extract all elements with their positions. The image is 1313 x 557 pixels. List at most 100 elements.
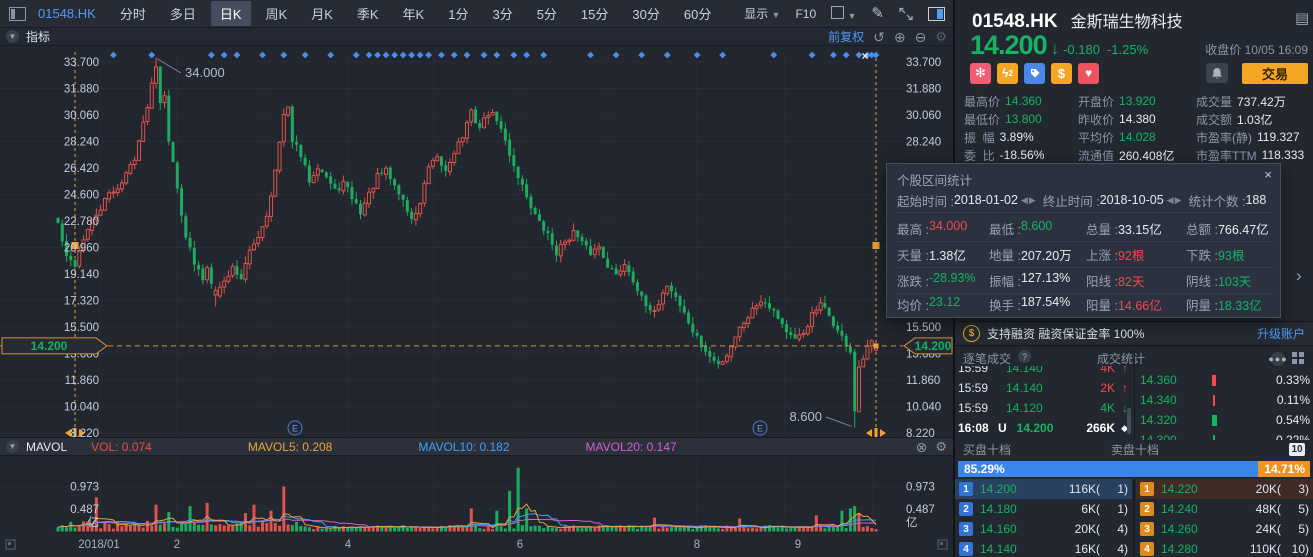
depth-levels-badge[interactable]: 10 (1289, 443, 1305, 456)
count-value: 188 (1245, 193, 1266, 207)
tick-trades-header[interactable]: 逐笔成交 (963, 350, 1011, 367)
sell-depth-row-1[interactable]: 114.22020K(3) (1136, 479, 1313, 499)
period-tab-日K[interactable]: 日K (211, 1, 251, 26)
tick-trade-row: 15:5914.1404K↑ (958, 366, 1128, 378)
up-arrow-icon: ↑ (1115, 381, 1128, 395)
svg-text:33.700: 33.700 (906, 57, 941, 69)
toolbar-symbol[interactable]: 01548.HK (38, 6, 96, 21)
mavol5-value: MAVOL5: 0.208 (248, 440, 333, 454)
period-tab-3分[interactable]: 3分 (483, 1, 521, 26)
period-tab-年K[interactable]: 年K (394, 1, 434, 26)
coin-icon: $ (963, 325, 980, 342)
stat-成交额: 成交额1.03亿 (1196, 111, 1310, 128)
buy-depth-row-1[interactable]: 114.200116K(1) (955, 479, 1132, 499)
svg-text:E: E (292, 424, 298, 434)
range-stat-天量: 天量 :1.38亿 (897, 245, 989, 264)
help-icon[interactable]: ? (1018, 350, 1031, 363)
range-stat-下跌: 下跌 :93根 (1186, 245, 1271, 264)
news-list-icon[interactable]: ▤ (1295, 9, 1309, 27)
period-tab-周K[interactable]: 周K (257, 1, 297, 26)
undo-icon[interactable]: ↺ (873, 30, 885, 44)
chart-type-menu[interactable]: ▼ (831, 6, 856, 22)
trade-stats-header[interactable]: 成交统计 (1097, 350, 1145, 367)
svg-text:0.973: 0.973 (70, 482, 99, 494)
svg-text:亿: 亿 (88, 516, 100, 529)
trade-button[interactable]: 交易 (1242, 63, 1308, 84)
sell-depth-row-4[interactable]: 414.280110K(10) (1136, 539, 1313, 557)
stat-成交量: 成交量737.42万 (1196, 93, 1310, 110)
range-stat-阴量: 阴量 :18.33亿 (1186, 295, 1271, 314)
svg-text:14.200: 14.200 (31, 339, 68, 353)
stock-name: 金斯瑞生物科技 (1071, 8, 1183, 32)
buy-sell-ratio-bar: 85.29% 14.71% (958, 461, 1310, 477)
svg-text:30.060: 30.060 (906, 110, 941, 122)
upgrade-account-link[interactable]: 升级账户 (1257, 325, 1313, 342)
zoom-in-icon[interactable]: ⊕ (894, 30, 906, 44)
scrollbar-thumb[interactable] (1127, 408, 1131, 434)
dollar-icon[interactable]: $ (1051, 63, 1072, 84)
pin-icon[interactable]: ▼ (6, 440, 19, 453)
range-stat-振幅: 振幅 :127.13% (989, 271, 1086, 290)
trade-stat-row: 14.3200.54% (1140, 410, 1310, 430)
range-stat-换手: 换手 :187.54% (989, 295, 1086, 314)
close-pane-icon[interactable]: ⊗ (916, 440, 928, 454)
adjust-mode-link[interactable]: 前复权 (828, 28, 864, 45)
chart-toolbar: 01548.HK 分时多日日K周K月K季K年K1分3分 5分15分30分 60分 显… (0, 0, 955, 28)
quote-stats-grid: 最高价14.360开盘价13.920成交量737.42万最低价13.800昨收价… (964, 92, 1310, 164)
period-tab-15分[interactable]: 15分 (572, 1, 617, 26)
draw-pen-icon[interactable]: ✎ (871, 6, 884, 21)
svg-text:9: 9 (795, 539, 801, 551)
grid-view-icon[interactable] (1292, 352, 1305, 365)
range-stat-涨跌: 涨跌 :-28.93% (897, 271, 989, 290)
gear-icon[interactable]: ⚙ (935, 30, 947, 43)
range-stat-最低: 最低 :8.600 (989, 219, 1086, 238)
period-tab-分时[interactable]: 分时 (111, 1, 155, 26)
indicator-label[interactable]: 指标 (26, 28, 50, 45)
close-icon[interactable]: × (1264, 167, 1272, 182)
period-tab-5分[interactable]: 5分 (528, 1, 566, 26)
sell-depth-row-3[interactable]: 314.26024K(5) (1136, 519, 1313, 539)
svg-text:24.600: 24.600 (64, 190, 99, 202)
svg-text:33.700: 33.700 (64, 57, 99, 69)
favorite-heart-icon[interactable]: ♥ (1078, 63, 1099, 84)
candlestick-chart[interactable]: ×EE33.70033.70031.88031.88030.06030.0602… (0, 46, 955, 437)
period-tab-1分[interactable]: 1分 (439, 1, 477, 26)
period-tab-月K[interactable]: 月K (302, 1, 342, 26)
period-tab-60分[interactable]: 60分 (675, 1, 720, 26)
stat-振 幅: 振 幅3.89% (964, 129, 1078, 146)
pin-icon[interactable]: ▼ (6, 30, 19, 43)
low-annotation: 8.600 (789, 409, 822, 424)
svg-text:30.060: 30.060 (64, 110, 99, 122)
display-menu[interactable]: 显示 ▼ (744, 5, 780, 22)
tag-icon[interactable] (1024, 63, 1045, 84)
market-badges: ✻ ϟ2 $ ♥ 交易 (970, 62, 1308, 84)
buy-depth-row-2[interactable]: 214.1806K(1) (955, 499, 1132, 519)
date-stepper-icons[interactable]: ◀▶ (1167, 195, 1183, 206)
volume-chart[interactable]: 0.9730.9730.4870.487亿亿2018/0124689 (0, 456, 955, 557)
period-tab-季K[interactable]: 季K (348, 1, 388, 26)
period-tab-30分[interactable]: 30分 (623, 1, 668, 26)
buy-depth-row-4[interactable]: 414.14016K(4) (955, 539, 1132, 557)
fullscreen-icon[interactable] (899, 7, 913, 21)
side-panel-toggle-icon[interactable] (928, 7, 945, 21)
markers-close-icon: × (861, 49, 868, 63)
alert-bell-icon[interactable] (1206, 63, 1228, 83)
svg-text:0.487: 0.487 (70, 504, 99, 516)
layout-icon[interactable] (9, 7, 26, 21)
period-tab-多日[interactable]: 多日 (161, 1, 205, 26)
sell-depth-row-2[interactable]: 214.24048K(5) (1136, 499, 1313, 519)
svg-text:26.420: 26.420 (64, 163, 99, 175)
date-stepper-icons[interactable]: ◀▶ (1021, 195, 1037, 206)
f10-button[interactable]: F10 (795, 7, 816, 21)
more-options-icon[interactable]: ●●● (1271, 352, 1285, 366)
buy-depth-row-3[interactable]: 314.16020K(4) (955, 519, 1132, 539)
level2-icon[interactable]: ϟ2 (997, 63, 1018, 84)
zoom-out-icon[interactable]: ⊖ (915, 30, 927, 44)
gear-icon[interactable]: ⚙ (935, 440, 947, 454)
buy-depth-header: 买盘十档 (963, 441, 1011, 458)
up-arrow-icon: ↑ (1115, 366, 1128, 375)
svg-text:28.240: 28.240 (64, 137, 99, 149)
svg-text:10.040: 10.040 (906, 402, 941, 414)
svg-text:28.240: 28.240 (906, 137, 941, 149)
collapse-chevron-icon[interactable]: › (1296, 266, 1302, 286)
